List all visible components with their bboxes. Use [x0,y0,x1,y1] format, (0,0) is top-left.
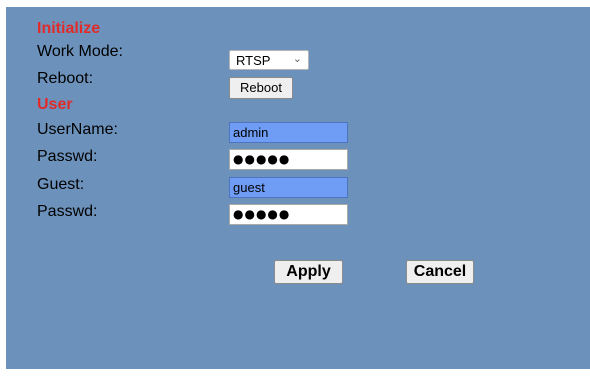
passwd-input[interactable]: ●●●●● [229,149,348,170]
passwd-label: Passwd: [37,148,98,165]
guest-input[interactable]: guest [229,177,348,198]
work-mode-select[interactable]: RTSP ⌄ [229,50,309,70]
work-mode-value: RTSP [236,53,271,68]
guest-label: Guest: [37,176,85,193]
guest-passwd-input[interactable]: ●●●●● [229,204,348,225]
apply-button[interactable]: Apply [274,260,343,284]
reboot-button[interactable]: Reboot [229,77,293,99]
work-mode-label: Work Mode: [37,43,123,60]
cancel-button[interactable]: Cancel [406,260,474,284]
user-heading: User [37,96,73,113]
username-label: UserName: [37,121,118,138]
guest-passwd-label: Passwd: [37,203,98,220]
initialize-heading: Initialize [37,20,101,37]
settings-panel: Initialize Work Mode: RTSP ⌄ Reboot: Reb… [6,7,590,369]
chevron-down-icon: ⌄ [292,53,302,65]
reboot-label: Reboot: [37,70,94,87]
username-input[interactable]: admin [229,122,348,143]
